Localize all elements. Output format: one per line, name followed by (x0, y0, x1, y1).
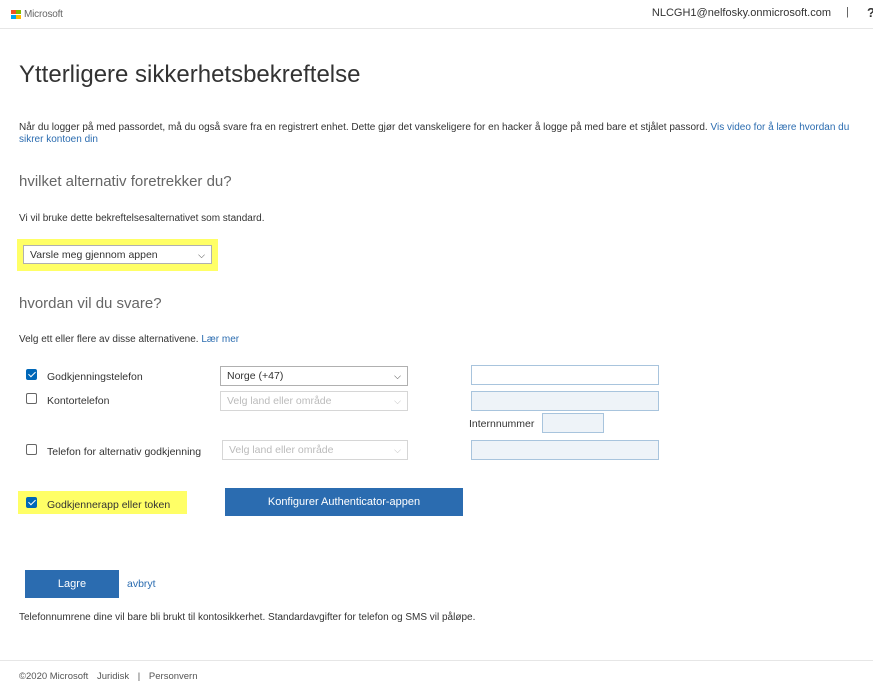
alt-phone-label: Telefon for alternativ godkjenning (47, 446, 202, 458)
response-note: Velg ett eller flere av disse alternativ… (19, 334, 239, 345)
footer-divider (0, 660, 873, 661)
privacy-link[interactable]: Personvern (149, 671, 198, 682)
auth-phone-country-value: Norge (+47) (227, 370, 284, 382)
header-separator: | (846, 6, 849, 18)
response-note-text: Velg ett eller flere av disse alternativ… (19, 334, 199, 345)
alt-phone-number-input[interactable] (471, 440, 659, 460)
extension-label: Internnummer (469, 418, 535, 430)
authenticator-app-label: Godkjennerapp eller token (47, 499, 171, 511)
office-phone-number-input[interactable] (471, 391, 659, 411)
office-phone-label: Kontortelefon (47, 395, 110, 407)
intro-body: Når du logger på med passordet, må du og… (19, 122, 708, 133)
preference-note: Vi vil bruke dette bekreftelsesalternati… (19, 213, 265, 224)
disclaimer-text: Telefonnumrene dine vil bare bli brukt t… (19, 612, 476, 623)
footer-separator: | (137, 671, 141, 682)
office-phone-country-select[interactable]: Velg land eller område ⌵ (220, 391, 408, 411)
help-icon[interactable]: ? (867, 5, 873, 20)
account-name[interactable]: NLCGH1@nelfosky.onmicrosoft.com (652, 7, 831, 19)
chevron-down-icon: ⌵ (198, 250, 205, 260)
intro-text: Når du logger på med passordet, må du og… (19, 122, 864, 146)
microsoft-logo: Microsoft (11, 9, 63, 20)
auth-phone-checkbox[interactable] (26, 369, 37, 380)
chevron-down-icon: ⌵ (394, 371, 401, 381)
office-phone-country-value: Velg land eller område (227, 395, 332, 407)
auth-phone-number-input[interactable] (471, 365, 659, 385)
legal-link[interactable]: Juridisk (97, 671, 129, 682)
save-button[interactable]: Lagre (25, 570, 119, 598)
cancel-link[interactable]: avbryt (127, 578, 156, 590)
preferred-option-value: Varsle meg gjennom appen (30, 249, 158, 261)
chevron-down-icon: ⌵ (394, 396, 401, 406)
response-heading: hvordan vil du svare? (19, 295, 162, 312)
top-bar: Microsoft NLCGH1@nelfosky.onmicrosoft.co… (0, 0, 873, 29)
chevron-down-icon: ⌵ (394, 445, 401, 455)
logo-text: Microsoft (24, 9, 63, 20)
authenticator-app-checkbox[interactable] (26, 497, 37, 508)
footer: ©2020 Microsoft Juridisk | Personvern (19, 671, 204, 682)
auth-phone-label: Godkjenningstelefon (47, 371, 143, 383)
alt-phone-checkbox[interactable] (26, 444, 37, 455)
microsoft-logo-icon (11, 9, 21, 20)
alt-phone-country-select[interactable]: Velg land eller område ⌵ (222, 440, 408, 460)
learn-more-link[interactable]: Lær mer (201, 334, 239, 345)
copyright: ©2020 Microsoft (19, 671, 89, 682)
preferred-option-select[interactable]: Varsle meg gjennom appen ⌵ (23, 245, 212, 264)
extension-input[interactable] (542, 413, 604, 433)
auth-phone-country-select[interactable]: Norge (+47) ⌵ (220, 366, 408, 386)
configure-authenticator-button[interactable]: Konfigurer Authenticator-appen (225, 488, 463, 516)
office-phone-checkbox[interactable] (26, 393, 37, 404)
alt-phone-country-value: Velg land eller område (229, 444, 334, 456)
page-title: Ytterligere sikkerhetsbekreftelse (19, 61, 361, 88)
preference-heading: hvilket alternativ foretrekker du? (19, 173, 232, 190)
